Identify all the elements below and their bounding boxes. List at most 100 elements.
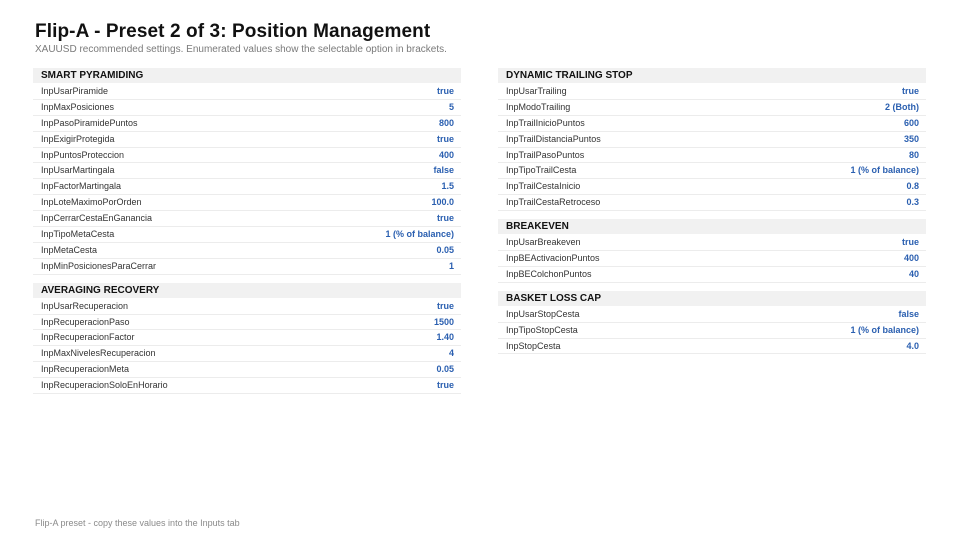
section-basket-loss-cap: BASKET LOSS CAP InpUsarStopCesta false InpT… [498, 290, 926, 355]
section-averaging-recovery: AVERAGING RECOVERY InpUsarRecuperacion tru… [33, 282, 461, 395]
setting-row: InpRecuperacionPaso 1500 [33, 315, 461, 331]
setting-key: InpStopCesta [506, 340, 561, 351]
setting-row: InpPuntosProteccion 400 [33, 148, 461, 164]
setting-key: InpBEColchonPuntos [506, 268, 592, 279]
setting-row: InpTipoMetaCesta 1 (% of balance) [33, 227, 461, 243]
setting-row: InpTrailCestaInicio 0.8 [498, 179, 926, 196]
setting-row: InpMaxNivelesRecuperacion 4 [33, 346, 461, 363]
setting-key: InpUsarStopCesta [506, 308, 580, 319]
setting-row: InpRecuperacionSoloEnHorario true [33, 378, 461, 395]
setting-key: InpRecuperacionPaso [41, 316, 130, 327]
setting-key: InpMaxNivelesRecuperacion [41, 348, 156, 359]
page-title: Flip-A - Preset 2 of 3: Position Managem… [35, 21, 431, 42]
setting-row: InpTipoTrailCesta 1 (% of balance) [498, 163, 926, 180]
setting-row: InpLoteMaximoPorOrden 100.0 [33, 195, 461, 212]
setting-value: 0.8 [906, 181, 919, 192]
setting-value: 1 [448, 260, 454, 271]
setting-row: InpFactorMartingala 1.5 [33, 179, 461, 196]
setting-row: InpPasoPiramidePuntos 800 [33, 116, 461, 132]
section-header: BREAKEVEN [498, 219, 926, 235]
setting-value: 5 [448, 101, 454, 112]
setting-key: InpUsarPiramide [41, 86, 109, 96]
setting-row: InpBEActivacionPuntos 400 [498, 251, 926, 267]
setting-row: InpRecuperacionMeta 0.05 [33, 362, 461, 379]
setting-value: 2 (Both) [885, 101, 919, 112]
setting-value: false [898, 308, 919, 319]
setting-value: true [436, 380, 454, 391]
setting-row: InpUsarMartingala false [33, 163, 461, 180]
setting-key: InpTrailDistanciaPuntos [506, 133, 601, 144]
setting-key: InpUsarRecuperacion [41, 300, 129, 311]
setting-row: InpTrailInicioPuntos 600 [498, 116, 926, 132]
setting-value: 0.05 [436, 244, 454, 255]
setting-key: InpUsarMartingala [41, 165, 115, 176]
setting-value: 4 [448, 348, 454, 359]
setting-key: InpLoteMaximoPorOrden [41, 197, 142, 208]
setting-row: InpMinPosicionesParaCerrar 1 [33, 259, 461, 275]
setting-value: 1 (% of balance) [850, 165, 919, 176]
setting-value: 800 [438, 117, 454, 128]
setting-value: true [436, 300, 454, 311]
setting-value: true [436, 213, 454, 224]
section-breakeven: BREAKEVEN InpUsarBreakeven true InpBEActiva… [498, 219, 926, 283]
setting-key: InpTrailInicioPuntos [506, 117, 585, 128]
setting-key: InpUsarTrailing [506, 86, 567, 96]
setting-row: InpBEColchonPuntos 40 [498, 267, 926, 283]
setting-row: InpExigirProtegida true [33, 132, 461, 148]
setting-value: 0.05 [436, 364, 454, 375]
setting-key: InpFactorMartingala [41, 181, 122, 192]
footer-note: Flip-A preset - copy these values into t… [35, 518, 240, 528]
setting-key: InpCerrarCestaEnGanancia [41, 213, 153, 224]
setting-row: InpTrailCestaRetroceso 0.3 [498, 195, 926, 212]
setting-value: 1 (% of balance) [385, 229, 454, 240]
setting-value: 0.3 [906, 197, 919, 208]
section-dynamic-trailing-stop: DYNAMIC TRAILING STOP InpUsarTrailing true… [498, 68, 926, 212]
setting-value: true [901, 237, 919, 248]
setting-value: 400 [438, 149, 454, 160]
setting-value: false [433, 165, 454, 176]
section-smart-pyramiding: SMART PYRAMIDING InpUsarPiramide true InpMa… [33, 68, 461, 275]
setting-row: InpTrailPasoPuntos 80 [498, 148, 926, 164]
setting-key: InpMinPosicionesParaCerrar [41, 260, 157, 271]
setting-row: InpModoTrailing 2 (Both) [498, 100, 926, 116]
setting-key: InpPasoPiramidePuntos [41, 117, 138, 128]
setting-row: InpTrailDistanciaPuntos 350 [498, 132, 926, 148]
section-header: SMART PYRAMIDING [33, 68, 461, 83]
setting-key: InpTrailCestaInicio [506, 181, 581, 192]
page-subtitle: XAUUSD recommended settings. Enumerated … [35, 44, 447, 55]
setting-value: 4.0 [906, 340, 919, 351]
section-header: DYNAMIC TRAILING STOP [498, 68, 926, 83]
setting-key: InpTipoTrailCesta [506, 165, 577, 176]
setting-key: InpMaxPosiciones [41, 101, 115, 112]
setting-value: true [901, 86, 919, 96]
setting-value: 1 (% of balance) [850, 324, 919, 335]
setting-row: InpRecuperacionFactor 1.40 [33, 330, 461, 347]
section-header: AVERAGING RECOVERY [33, 282, 461, 298]
setting-key: InpRecuperacionSoloEnHorario [41, 380, 168, 391]
setting-key: InpUsarBreakeven [506, 237, 581, 248]
setting-value: 40 [908, 268, 919, 279]
setting-row: InpUsarPiramide true [33, 84, 461, 100]
left-column: SMART PYRAMIDING InpUsarPiramide true InpMa… [33, 68, 461, 402]
setting-key: InpTrailPasoPuntos [506, 149, 585, 160]
setting-value: 600 [903, 117, 919, 128]
setting-key: InpRecuperacionMeta [41, 364, 130, 375]
setting-value: 1.40 [436, 332, 454, 343]
setting-key: InpBEActivacionPuntos [506, 253, 600, 264]
setting-row: InpCerrarCestaEnGanancia true [33, 211, 461, 228]
setting-key: InpExigirProtegida [41, 133, 115, 144]
setting-value: 100.0 [431, 197, 454, 208]
setting-key: InpTipoMetaCesta [41, 229, 115, 240]
setting-row: InpUsarBreakeven true [498, 235, 926, 252]
setting-value: 1500 [433, 316, 454, 327]
setting-key: InpTrailCestaRetroceso [506, 197, 601, 208]
setting-row: InpUsarRecuperacion true [33, 299, 461, 315]
setting-row: InpUsarStopCesta false [498, 307, 926, 323]
setting-value: true [436, 86, 454, 96]
setting-key: InpPuntosProteccion [41, 149, 125, 160]
setting-key: InpRecuperacionFactor [41, 332, 135, 343]
right-column: DYNAMIC TRAILING STOP InpUsarTrailing true… [498, 68, 926, 362]
setting-key: InpTipoStopCesta [506, 324, 578, 335]
section-header: BASKET LOSS CAP [498, 290, 926, 306]
setting-key: InpMetaCesta [41, 244, 98, 255]
